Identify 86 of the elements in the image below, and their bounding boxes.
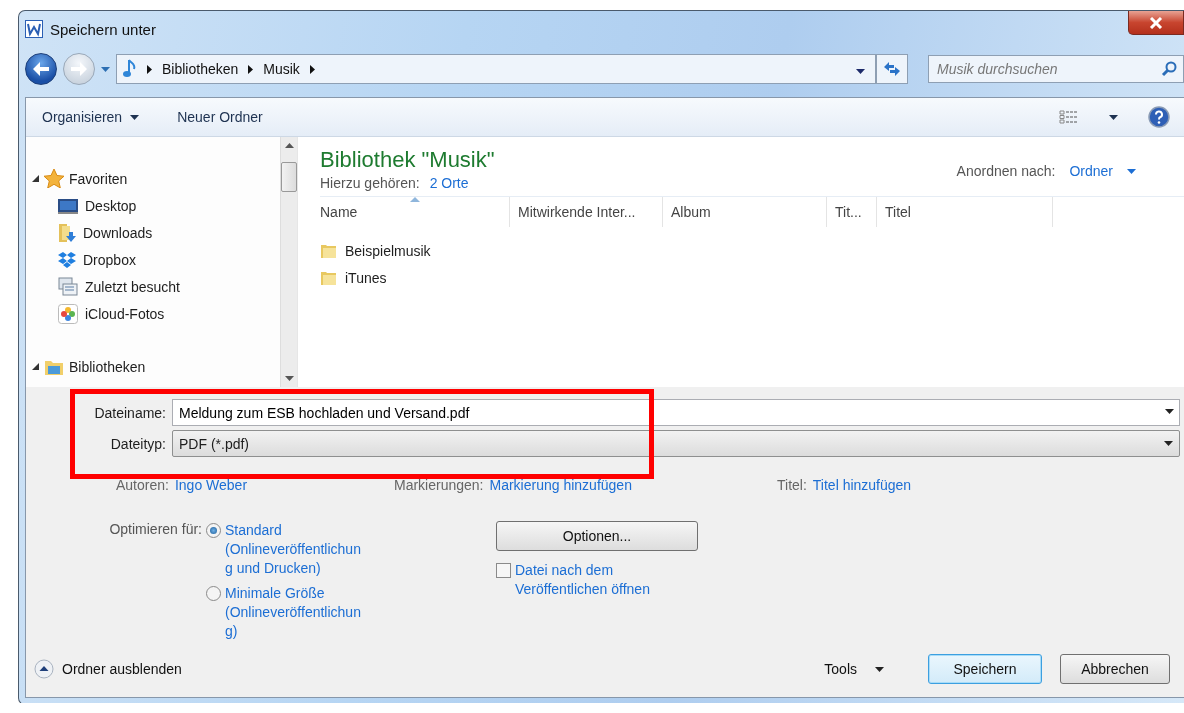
sidebar-item[interactable]: Dropbox	[83, 251, 136, 268]
folder-name[interactable]: Beispielmusik	[345, 242, 431, 259]
library-title: Bibliothek "Musik"	[320, 147, 495, 173]
window-title: Speichern unter	[50, 20, 156, 38]
dropdown-arrow-icon	[130, 114, 140, 120]
address-bar[interactable]: Bibliotheken Musik	[116, 54, 876, 84]
help-icon[interactable]	[1148, 106, 1170, 128]
metadata-link[interactable]: Markierung hinzufügen	[489, 477, 632, 493]
recent-places-icon	[58, 277, 78, 296]
includes-label: Hierzu gehören:	[320, 175, 420, 191]
desktop-icon	[58, 197, 78, 214]
search-field[interactable]: Musik durchsuchen	[928, 55, 1184, 83]
hide-folders-button[interactable]: Ordner ausblenden	[34, 659, 182, 679]
dropdown-arrow-icon	[1109, 114, 1118, 120]
close-icon	[1149, 16, 1163, 29]
locations-link[interactable]: 2 Orte	[429, 175, 469, 191]
radio-label[interactable]: Standard (Onlineveröffentlichung und Drucken)	[225, 521, 365, 578]
arrange-by-menu[interactable]: Ordner	[1069, 163, 1113, 179]
filetype-dropdown[interactable]: PDF (*.pdf)	[172, 430, 1180, 457]
sidebar-item[interactable]: Zuletzt besucht	[85, 278, 180, 295]
sidebar-group[interactable]: Bibliotheken	[69, 358, 146, 375]
view-list-icon[interactable]	[1059, 110, 1079, 124]
filename-field[interactable]: Meldung zum ESB hochladen und Versand.pdf	[172, 399, 1180, 426]
sidebar-item[interactable]: Downloads	[83, 224, 153, 241]
star-icon	[44, 169, 64, 188]
cancel-button[interactable]: Abbrechen	[1060, 654, 1170, 684]
chevron-right-icon	[248, 64, 254, 74]
dropdown-arrow-icon	[1164, 441, 1173, 446]
chevron-right-icon	[147, 64, 152, 74]
organize-menu[interactable]: Organisieren	[42, 109, 140, 125]
column-header[interactable]: Album	[663, 197, 827, 227]
radio-label[interactable]: Minimale Größe (Onlineveröffentlichung)	[225, 584, 365, 641]
dropdown-arrow-icon	[875, 666, 884, 672]
metadata-label: Markierungen:	[394, 477, 484, 493]
word-app-icon	[25, 20, 43, 38]
sidebar-item[interactable]: iCloud-Fotos	[85, 305, 165, 322]
search-icon[interactable]	[1161, 61, 1177, 77]
filename-label: Dateiname:	[93, 404, 167, 421]
download-folder-icon	[58, 222, 76, 243]
folder-icon	[320, 242, 337, 259]
metadata-link[interactable]: Titel hinzufügen	[812, 477, 912, 493]
breadcrumb[interactable]: Musik	[263, 61, 300, 77]
column-header[interactable]: Mitwirkende Inter...	[510, 197, 663, 227]
chevron-right-icon	[309, 64, 315, 74]
checkbox[interactable]	[496, 563, 511, 578]
scroll-up-icon[interactable]	[284, 143, 294, 148]
metadata-link[interactable]: Ingo Weber	[174, 477, 248, 493]
column-header[interactable]: Name	[320, 197, 510, 227]
folder-name[interactable]: iTunes	[345, 269, 387, 286]
scrollbar-thumb[interactable]	[281, 162, 297, 192]
options-button[interactable]: Optionen...	[496, 521, 698, 551]
photos-icon	[58, 303, 78, 324]
column-header[interactable]: Tit...	[827, 197, 877, 227]
arrow-right-icon	[70, 62, 88, 76]
forward-button[interactable]	[63, 53, 95, 85]
sort-arrow-icon	[409, 197, 420, 202]
metadata-label: Autoren:	[116, 477, 169, 493]
collapse-up-icon	[34, 659, 54, 679]
arrow-left-icon	[32, 62, 50, 76]
new-folder-button[interactable]: Neuer Ordner	[177, 109, 263, 125]
dropdown-arrow-icon	[1165, 409, 1174, 414]
save-button[interactable]: Speichern	[928, 654, 1042, 684]
sidebar-group[interactable]: Favoriten	[69, 170, 128, 187]
tools-menu[interactable]: Tools	[824, 661, 884, 677]
dropdown-arrow-icon	[856, 69, 865, 74]
close-button[interactable]	[1128, 11, 1184, 35]
filetype-label: Dateityp:	[109, 435, 167, 452]
sidebar-item[interactable]: Desktop	[85, 197, 137, 214]
folder-icon	[320, 269, 337, 286]
dropdown-arrow-icon	[284, 376, 294, 381]
scrollbar[interactable]	[280, 137, 297, 387]
back-button[interactable]	[25, 53, 57, 85]
checkbox-label[interactable]: Datei nach dem Veröffentlichen öffnen	[515, 561, 675, 599]
refresh-icon	[883, 61, 901, 77]
music-note-icon	[123, 59, 137, 79]
metadata-label: Titel:	[777, 477, 807, 493]
dropbox-icon	[58, 251, 76, 268]
dropdown-arrow-icon	[101, 66, 110, 72]
dropdown-arrow-icon	[1127, 168, 1136, 174]
arrange-label: Anordnen nach:	[956, 163, 1056, 179]
refresh-button[interactable]	[876, 54, 908, 84]
breadcrumb[interactable]: Bibliotheken	[162, 61, 239, 77]
radio-button[interactable]	[206, 586, 221, 601]
optimize-label: Optimieren für:	[108, 521, 203, 539]
radio-button[interactable]	[206, 523, 221, 538]
column-header[interactable]: Titel	[877, 197, 1053, 227]
